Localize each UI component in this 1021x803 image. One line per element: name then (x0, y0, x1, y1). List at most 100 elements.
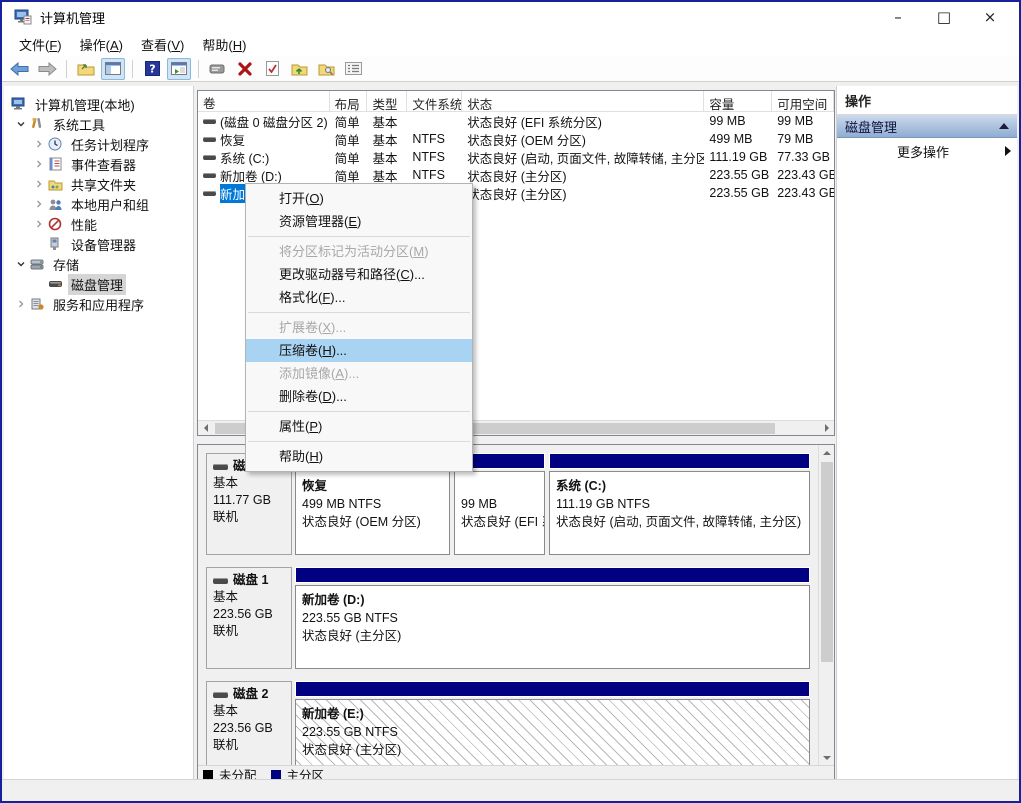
chevron-right-icon[interactable] (32, 139, 46, 149)
volume-row-system-c[interactable]: 系统 (C:) 简单 基本 NTFS 状态良好 (启动, 页面文件, 故障转储,… (198, 148, 834, 166)
column-header-free-space[interactable]: 可用空间 (772, 91, 834, 111)
disk-icon (213, 464, 228, 470)
volume-list-header: 卷 布局 类型 文件系统 状态 容量 可用空间 (198, 91, 834, 112)
menu-item-delete-volume[interactable]: 删除卷(D)... (246, 385, 472, 408)
scroll-down-icon[interactable] (819, 750, 835, 765)
computer-management-window: 计算机管理 – □ × 文件(F) 操作(A) 查看(V) 帮助(H) ? (0, 0, 1021, 803)
menu-separator (248, 236, 470, 237)
services-icon (28, 297, 46, 311)
export-list-icon[interactable] (74, 58, 98, 80)
menu-action[interactable]: 操作(A) (71, 32, 132, 57)
tree-item-task-scheduler[interactable]: 任务计划程序 (4, 134, 193, 154)
disk-type: 基本 (213, 703, 291, 720)
menu-item-format[interactable]: 格式化(F)... (246, 286, 472, 309)
actions-group-disk-management[interactable]: 磁盘管理 (837, 115, 1017, 138)
tree-item-performance[interactable]: 性能 (4, 214, 193, 234)
list-view-icon[interactable] (341, 58, 365, 80)
minimize-button[interactable]: – (889, 8, 907, 26)
delete-icon[interactable] (233, 58, 257, 80)
scroll-right-icon[interactable] (819, 421, 834, 436)
partition-color-bar (295, 681, 810, 697)
menu-item-add-mirror: 添加镜像(A)... (246, 362, 472, 385)
toolbar: ? (2, 56, 1019, 82)
show-action-pane-icon[interactable] (167, 58, 191, 80)
vertical-scrollbar[interactable] (818, 445, 834, 765)
partition-color-bar (295, 567, 810, 583)
disk-1-label[interactable]: 磁盘 1 基本 223.56 GB 联机 (206, 567, 292, 669)
partition-new-volume-e-selected[interactable]: 新加卷 (E:) 223.55 GB NTFS 状态良好 (主分区) (295, 681, 810, 765)
tree-item-local-users-groups[interactable]: 本地用户和组 (4, 194, 193, 214)
tree-item-system-tools[interactable]: 系统工具 (4, 114, 193, 134)
menu-item-help[interactable]: 帮助(H) (246, 445, 472, 468)
tree-item-disk-management[interactable]: 磁盘管理 (4, 274, 193, 294)
column-header-filesystem[interactable]: 文件系统 (407, 91, 462, 111)
tree-item-shared-folders[interactable]: 共享文件夹 (4, 174, 193, 194)
disk-type: 基本 (213, 589, 291, 606)
maximize-button[interactable]: □ (935, 8, 953, 26)
tree-item-storage[interactable]: 存储 (4, 254, 193, 274)
local-users-icon (46, 198, 64, 211)
more-actions-item[interactable]: 更多操作 (837, 138, 1017, 164)
volume-row-efi[interactable]: (磁盘 0 磁盘分区 2) 简单 基本 状态良好 (EFI 系统分区) 99 M… (198, 112, 834, 130)
back-icon[interactable] (8, 58, 32, 80)
disk-row-2: 磁盘 2 基本 223.56 GB 联机 新加卷 (E:) 223.55 GB … (206, 681, 810, 765)
column-header-status[interactable]: 状态 (462, 91, 704, 111)
menu-item-explorer[interactable]: 资源管理器(E) (246, 210, 472, 233)
chevron-right-icon[interactable] (32, 219, 46, 229)
properties-icon[interactable] (260, 58, 284, 80)
disk-size: 223.56 GB (213, 720, 291, 737)
menu-item-properties[interactable]: 属性(P) (246, 415, 472, 438)
volume-icon (203, 137, 216, 142)
volume-row-new-volume-d[interactable]: 新加卷 (D:) 简单 基本 NTFS 状态良好 (主分区) 223.55 GB… (198, 166, 834, 184)
menu-help[interactable]: 帮助(H) (193, 32, 255, 57)
menu-item-mark-active: 将分区标记为活动分区(M) (246, 240, 472, 263)
column-header-type[interactable]: 类型 (367, 91, 407, 111)
app-icon (14, 9, 32, 25)
show-console-tree-icon[interactable] (101, 58, 125, 80)
chevron-right-icon[interactable] (32, 199, 46, 209)
collapse-icon[interactable] (999, 123, 1009, 129)
column-header-volume[interactable]: 卷 (198, 91, 330, 111)
storage-icon (28, 258, 46, 271)
column-header-layout[interactable]: 布局 (330, 91, 368, 111)
scroll-up-icon[interactable] (819, 445, 835, 460)
menu-file[interactable]: 文件(F) (10, 32, 71, 57)
disk-2-label[interactable]: 磁盘 2 基本 223.56 GB 联机 (206, 681, 292, 765)
scroll-left-icon[interactable] (198, 421, 213, 436)
actions-panel: 操作 磁盘管理 更多操作 (836, 86, 1017, 779)
volume-row-recovery[interactable]: 恢复 简单 基本 NTFS 状态良好 (OEM 分区) 499 MB 79 MB (198, 130, 834, 148)
partition-color-bar (549, 453, 810, 469)
chevron-right-icon[interactable] (32, 159, 46, 169)
close-button[interactable]: × (981, 8, 999, 26)
performance-icon (46, 217, 64, 231)
disk-size: 111.77 GB (213, 492, 291, 509)
popup-window-icon[interactable] (206, 58, 230, 80)
help-icon[interactable]: ? (140, 58, 164, 80)
volume-icon (203, 119, 216, 124)
menu-view[interactable]: 查看(V) (132, 32, 193, 57)
column-header-capacity[interactable]: 容量 (704, 91, 772, 111)
shared-folders-icon (46, 178, 64, 191)
menu-item-shrink-volume[interactable]: 压缩卷(H)... (246, 339, 472, 362)
find-folder-icon[interactable] (314, 58, 338, 80)
tree-item-event-viewer[interactable]: 事件查看器 (4, 154, 193, 174)
tree-item-device-manager[interactable]: 设备管理器 (4, 234, 193, 254)
tree-item-computer-management-local[interactable]: 计算机管理(本地) (4, 94, 193, 114)
computer-icon (10, 97, 28, 111)
submenu-arrow-icon (1005, 146, 1011, 156)
scrollbar-thumb[interactable] (821, 462, 833, 662)
volume-icon (203, 191, 216, 196)
menu-item-change-drive-letter[interactable]: 更改驱动器号和路径(C)... (246, 263, 472, 286)
chevron-down-icon[interactable] (14, 119, 28, 129)
partition-new-volume-d[interactable]: 新加卷 (D:) 223.55 GB NTFS 状态良好 (主分区) (295, 567, 810, 669)
chevron-down-icon[interactable] (14, 259, 28, 269)
forward-icon[interactable] (35, 58, 59, 80)
chevron-right-icon[interactable] (32, 179, 46, 189)
partition-system-c[interactable]: 系统 (C:) 111.19 GB NTFS 状态良好 (启动, 页面文件, 故… (549, 453, 810, 555)
disk-status: 联机 (213, 509, 291, 526)
tree-item-services-applications[interactable]: 服务和应用程序 (4, 294, 193, 314)
up-folder-icon[interactable] (287, 58, 311, 80)
chevron-right-icon[interactable] (14, 299, 28, 309)
menu-item-open[interactable]: 打开(O) (246, 187, 472, 210)
disk-graphics-pane: 磁盘 0 基本 111.77 GB 联机 恢复 499 MB NTFS (197, 444, 835, 784)
